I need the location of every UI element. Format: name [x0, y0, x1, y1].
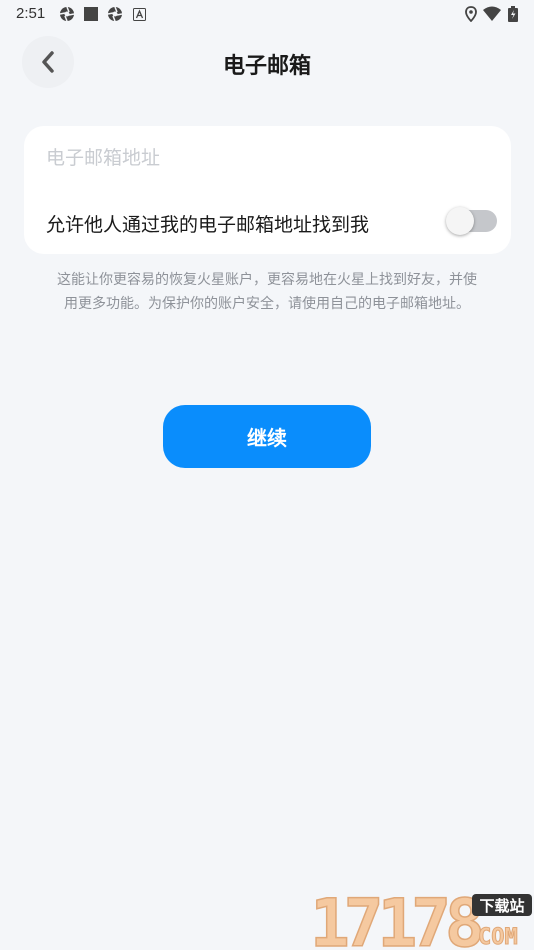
watermark-domain: COM	[478, 925, 518, 950]
aperture-icon	[107, 6, 123, 22]
text-notification-icon	[133, 8, 146, 21]
toggle-knob	[446, 207, 474, 235]
location-icon	[465, 6, 477, 22]
17178-watermark-logo: 17178 下载站 COM	[310, 888, 532, 950]
allow-find-label: 允许他人通过我的电子邮箱地址找到我	[46, 214, 370, 236]
square-notification-icon	[84, 7, 98, 21]
allow-find-toggle[interactable]	[446, 207, 497, 235]
hint-line: 用更多功能。为保护你的账户安全，请使用自己的电子邮箱地址。	[64, 296, 470, 312]
aperture-icon	[59, 6, 75, 22]
email-form-card: 允许他人通过我的电子邮箱地址找到我	[24, 126, 511, 254]
watermark-number: 17178	[310, 888, 481, 950]
page-title: 电子邮箱	[222, 54, 311, 79]
email-input[interactable]	[46, 140, 486, 176]
wifi-icon	[483, 6, 501, 21]
battery-charging-icon	[508, 6, 518, 22]
header: 电子邮箱	[0, 28, 534, 100]
continue-button[interactable]: 继续	[163, 405, 371, 468]
status-time: 2:51	[16, 5, 46, 22]
hint-line: 这能让你更容易的恢复火星账户，更容易地在火星上找到好友，并使	[57, 272, 477, 288]
hint-text: 这能让你更容易的恢复火星账户，更容易地在火星上找到好友，并使 用更多功能。为保护…	[30, 268, 504, 316]
watermark-tag: 下载站	[479, 897, 524, 915]
status-bar: 2:51	[0, 0, 534, 28]
